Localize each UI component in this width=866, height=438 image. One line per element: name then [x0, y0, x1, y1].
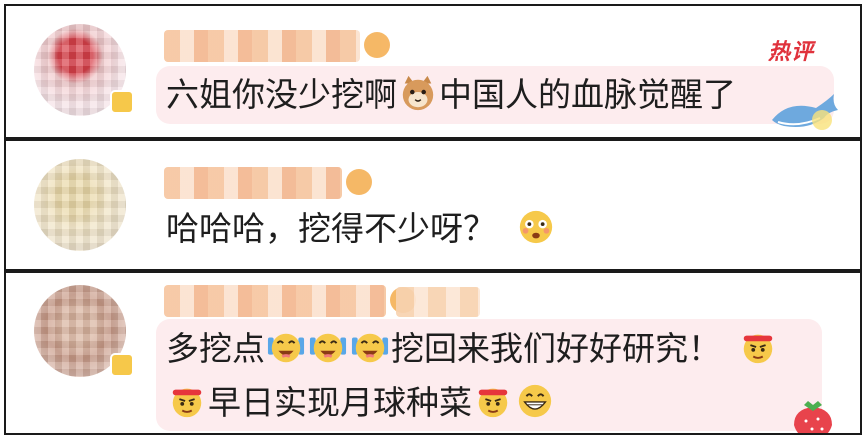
determined-face-icon: [474, 382, 512, 420]
strawberry-icon: [794, 401, 832, 433]
username[interactable]: [164, 30, 390, 62]
comment-card-1: 热评 六姐你没少挖啊 中国人的血脉觉醒了: [4, 4, 862, 139]
determined-face-icon: [739, 328, 777, 366]
grinning-face-icon: [516, 382, 554, 420]
comment-text-part: 六姐你没少挖啊: [166, 75, 397, 114]
comment-card-3: 多挖点 挖回来我们好好研究！ 早日实现月球种菜: [4, 271, 862, 435]
determined-face-icon: [168, 382, 206, 420]
username[interactable]: [164, 167, 372, 199]
comment-text-part: 中国人的血脉觉醒了: [439, 75, 736, 114]
comment-text: 六姐你没少挖啊 中国人的血脉觉醒了: [166, 69, 736, 121]
cheering-face-icon: [351, 328, 389, 366]
comment-text: 哈哈哈，挖得不少呀？: [166, 203, 557, 255]
flushed-face-icon: [517, 208, 555, 246]
avatar[interactable]: [34, 159, 126, 251]
vip-badge-icon: [110, 90, 134, 114]
user-tag: [396, 287, 480, 317]
comment-text-line-1: 多挖点 挖回来我们好好研究！: [166, 323, 779, 375]
cat-face-icon: [399, 74, 437, 112]
hot-comment-label: 热评: [768, 40, 815, 65]
comment-text-part: 早日实现月球种菜: [208, 383, 472, 422]
comment-text-part: 哈哈哈，挖得不少呀？: [166, 209, 496, 248]
cheering-face-icon: [309, 328, 347, 366]
comment-text-part: 多挖点: [166, 329, 265, 368]
whale-icon: [772, 94, 838, 130]
comment-text-part: 挖回来我们好好研究！: [391, 329, 721, 368]
cheering-face-icon: [267, 328, 305, 366]
username[interactable]: [164, 285, 416, 317]
comment-card-2: 哈哈哈，挖得不少呀？: [4, 139, 862, 271]
comment-text-line-2: 早日实现月球种菜: [166, 377, 556, 429]
vip-badge-icon: [110, 353, 134, 377]
